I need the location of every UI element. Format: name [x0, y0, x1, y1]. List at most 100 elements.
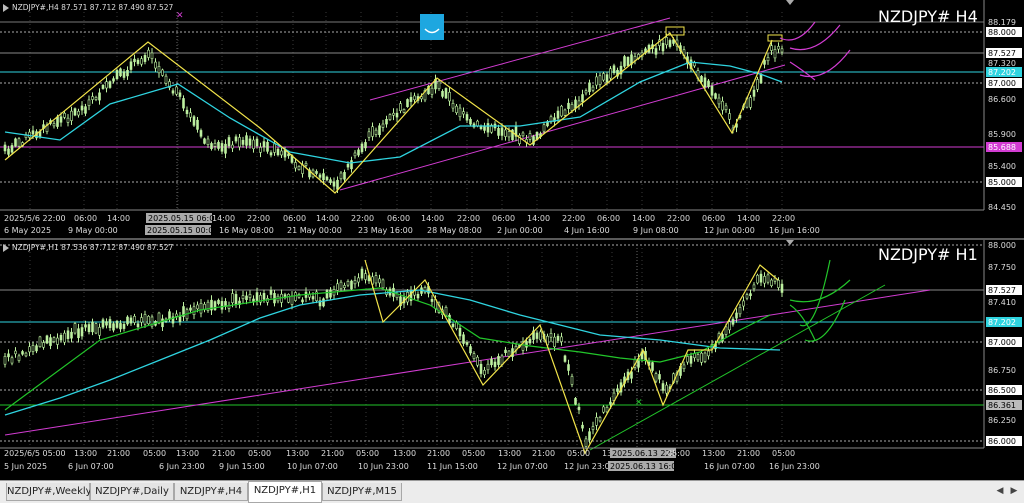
trend-channel-line [339, 64, 786, 191]
candle-body [609, 68, 612, 79]
candle-body [378, 278, 381, 284]
candle-body [227, 137, 231, 147]
candle-body [24, 352, 28, 357]
candle-body [248, 138, 252, 146]
candle-body [28, 346, 31, 353]
candle-body [126, 316, 129, 325]
price-label: 85.400 [988, 162, 1016, 171]
candle-body [196, 119, 199, 130]
chart-title: NZDJPY# H4 [878, 7, 978, 26]
candle-body [31, 345, 35, 352]
candle-body [10, 145, 14, 153]
candle-body [35, 345, 38, 352]
candle-body [276, 148, 280, 156]
candle-body [178, 92, 182, 97]
candle-body [122, 71, 126, 78]
triangle-left-icon[interactable]: ◀ [994, 484, 1006, 499]
candle-body [171, 90, 175, 94]
candle-body [84, 324, 87, 328]
candle-body [185, 109, 189, 114]
candle-body [217, 141, 220, 149]
time-label: 2025.05.15 06:00 [148, 214, 219, 223]
candle-body [444, 307, 448, 316]
forecast-curve [789, 279, 851, 303]
candle-body [98, 327, 101, 336]
date-label: 6 Jun 23:00 [159, 462, 205, 471]
candle-body [238, 137, 241, 148]
time-label: 06:00 [283, 214, 306, 223]
candle-body [728, 321, 731, 331]
candle-body [752, 89, 756, 97]
candle-body [364, 273, 367, 280]
time-label: 22:00 [351, 214, 374, 223]
candle-body [147, 315, 150, 325]
candle-body [476, 120, 479, 127]
candle-body [745, 294, 749, 299]
candle-body [525, 341, 528, 348]
candle-body [682, 364, 686, 370]
price-label: 87.202 [988, 68, 1016, 77]
candle-body [70, 110, 73, 121]
ohlc-label: NZDJPY#,H1 87.536 87.712 87.490 87.527 [12, 243, 173, 252]
candle-body [143, 55, 147, 62]
candle-body [115, 320, 119, 328]
candle-body [350, 160, 353, 170]
candle-body [199, 302, 203, 314]
candle-body [325, 176, 329, 181]
candle-body [500, 127, 504, 136]
candle-body [318, 174, 322, 178]
candle-body [346, 281, 350, 286]
candle-body [381, 123, 385, 128]
candle-body [700, 75, 703, 83]
candle-body [80, 105, 84, 111]
candle-body [112, 323, 115, 331]
tab-h4[interactable]: NZDJPY#,H4 [174, 483, 248, 501]
candle-body [231, 293, 234, 304]
date-label: 11 Jun 15:00 [427, 462, 478, 471]
candle-body [10, 357, 14, 364]
candle-body [231, 144, 234, 149]
candle-body [87, 99, 91, 106]
candle-body [157, 66, 161, 74]
candle-body [399, 103, 402, 112]
candle-body [759, 273, 763, 283]
candle-body [472, 353, 476, 359]
candle-body [728, 113, 731, 120]
candle-body [665, 37, 668, 46]
chart-h4[interactable]: 88.179 88.000 87.527 87.320 87.202 87.000 86.6… [0, 0, 1024, 238]
candle-body [549, 333, 553, 338]
triangle-right-icon[interactable]: ▶ [1008, 484, 1020, 499]
candle-body [654, 373, 658, 382]
candle-body [297, 165, 301, 170]
grid [29, 248, 783, 448]
forecast-curve [799, 259, 831, 327]
candle-body [56, 116, 59, 127]
candle-body [21, 351, 24, 355]
time-label: 06:00 [492, 214, 515, 223]
tab-weekly[interactable]: NZDJPY#,Weekly [6, 483, 92, 501]
candle-body [143, 314, 147, 325]
tab-daily[interactable]: NZDJPY#,Daily [90, 483, 174, 501]
tab-m15[interactable]: NZDJPY#,M15 [322, 483, 402, 501]
candle-body [752, 284, 756, 290]
candle-body [770, 45, 773, 51]
candle-body [563, 355, 567, 362]
smile-icon-bg [420, 14, 444, 40]
tab-h1[interactable]: NZDJPY#,H1 [248, 481, 322, 503]
date-label: 12 Jun 23:00 [564, 462, 615, 471]
date-label: 16 Jun 07:00 [704, 462, 755, 471]
candle-body [455, 105, 458, 113]
chart-h1[interactable]: 88.000 87.750 87.527 87.410 87.202 87.000 86.7… [0, 240, 1024, 480]
candle-body [542, 124, 546, 132]
date-label: 16 May 08:00 [219, 226, 274, 235]
date-label: 9 Jun 15:00 [219, 462, 265, 471]
date-label: 9 Jun 08:00 [633, 226, 679, 235]
candle-body [91, 321, 94, 333]
candle-body [203, 138, 206, 144]
candle-body [7, 148, 10, 155]
candle-body [196, 304, 199, 310]
candle-body [252, 139, 255, 149]
time-label: 05:00 [356, 449, 379, 458]
date-label: 4 Jun 16:00 [564, 226, 610, 235]
candle-body [336, 283, 339, 291]
